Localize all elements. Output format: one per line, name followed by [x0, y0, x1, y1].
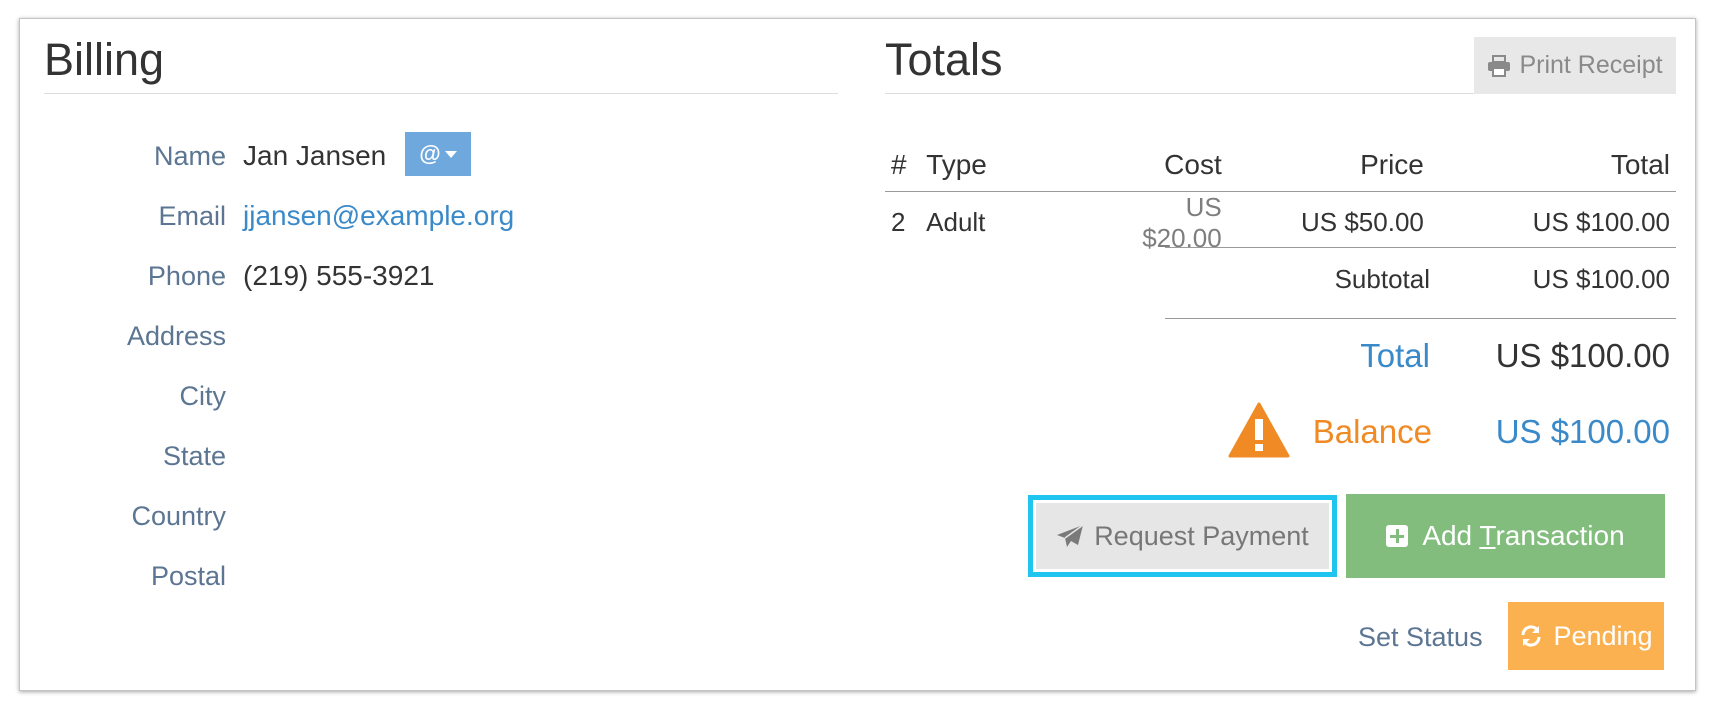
postal-label: Postal [150, 561, 226, 591]
state-label: State [162, 441, 226, 471]
add-transaction-button[interactable]: Add Transaction [1346, 494, 1665, 578]
cell-count: 2 [891, 207, 906, 237]
postal-row: Postal [44, 547, 838, 607]
line-items-table: # Type Cost Price Total 2 Adult US $20.0… [885, 139, 1676, 254]
email-link[interactable]: jjansen@example.org [243, 200, 514, 232]
set-status-label: Set Status [1358, 622, 1483, 652]
country-label: Country [131, 501, 226, 531]
warning-icon [1228, 402, 1290, 458]
cell-cost: US $20.00 [1142, 191, 1222, 253]
total-row: Total US $100.00 [1165, 337, 1676, 387]
caret-down-icon [444, 150, 457, 158]
total-value: US $100.00 [1495, 337, 1670, 374]
cell-price: US $50.00 [1301, 207, 1424, 237]
address-label: Address [126, 321, 226, 351]
request-payment-inner: Request Payment [1036, 503, 1329, 569]
contact-dropdown-button[interactable]: @ [405, 132, 471, 176]
pending-label: Pending [1553, 620, 1653, 651]
balance-value: US $100.00 [1495, 413, 1670, 450]
col-header-price: Price [1227, 139, 1430, 192]
phone-value: (219) 555-3921 [243, 260, 435, 291]
col-header-count: # [885, 139, 921, 192]
table-row: 2 Adult US $20.00 US $50.00 US $100.00 [885, 191, 1676, 254]
billing-fields: Name Jan Jansen @ Email jjansen@example.… [44, 127, 838, 607]
cell-type: Adult [926, 207, 986, 237]
billing-panel: Billing Name Jan Jansen @ Email jjansen@… [44, 19, 838, 607]
state-row: State [44, 427, 838, 487]
phone-row: Phone (219) 555-3921 [44, 247, 838, 307]
city-label: City [179, 381, 227, 411]
printer-icon [1488, 54, 1511, 77]
refresh-icon [1521, 625, 1541, 647]
name-label: Name [153, 141, 226, 171]
print-receipt-button[interactable]: Print Receipt [1474, 37, 1676, 94]
col-header-cost: Cost [1106, 139, 1228, 192]
subtotal-value: US $100.00 [1532, 264, 1670, 294]
balance-label: Balance [1312, 413, 1432, 450]
subtotal-label: Subtotal [1334, 264, 1430, 294]
request-payment-button[interactable]: Request Payment [1028, 495, 1337, 577]
phone-label: Phone [147, 261, 226, 291]
access-key-letter: T [1479, 520, 1496, 551]
balance-row: Balance US $100.00 [1145, 401, 1676, 471]
col-header-type: Type [920, 139, 1107, 192]
total-label: Total [1360, 337, 1430, 374]
email-row: Email jjansen@example.org [44, 187, 838, 247]
subtotal-row: Subtotal US $100.00 [1165, 247, 1676, 319]
at-icon: @ [419, 141, 441, 166]
status-pending-button[interactable]: Pending [1508, 602, 1664, 670]
totals-panel: Totals Print Receipt # Type Cost Price T… [885, 19, 1676, 670]
request-payment-label: Request Payment [1094, 520, 1309, 551]
email-label: Email [158, 201, 226, 231]
city-row: City [44, 367, 838, 427]
billing-title: Billing [44, 19, 838, 94]
name-value: Jan Jansen [243, 140, 387, 171]
add-transaction-label: Add Transaction [1422, 520, 1625, 551]
table-header-row: # Type Cost Price Total [885, 139, 1676, 192]
col-header-total: Total [1429, 139, 1676, 192]
address-row: Address [44, 307, 838, 367]
plus-square-icon [1386, 525, 1409, 547]
name-row: Name Jan Jansen @ [44, 127, 838, 187]
billing-totals-card: Billing Name Jan Jansen @ Email jjansen@… [19, 18, 1696, 691]
print-receipt-label: Print Receipt [1519, 51, 1663, 79]
paper-plane-icon [1057, 524, 1084, 547]
cell-total: US $100.00 [1532, 207, 1670, 237]
country-row: Country [44, 487, 838, 547]
